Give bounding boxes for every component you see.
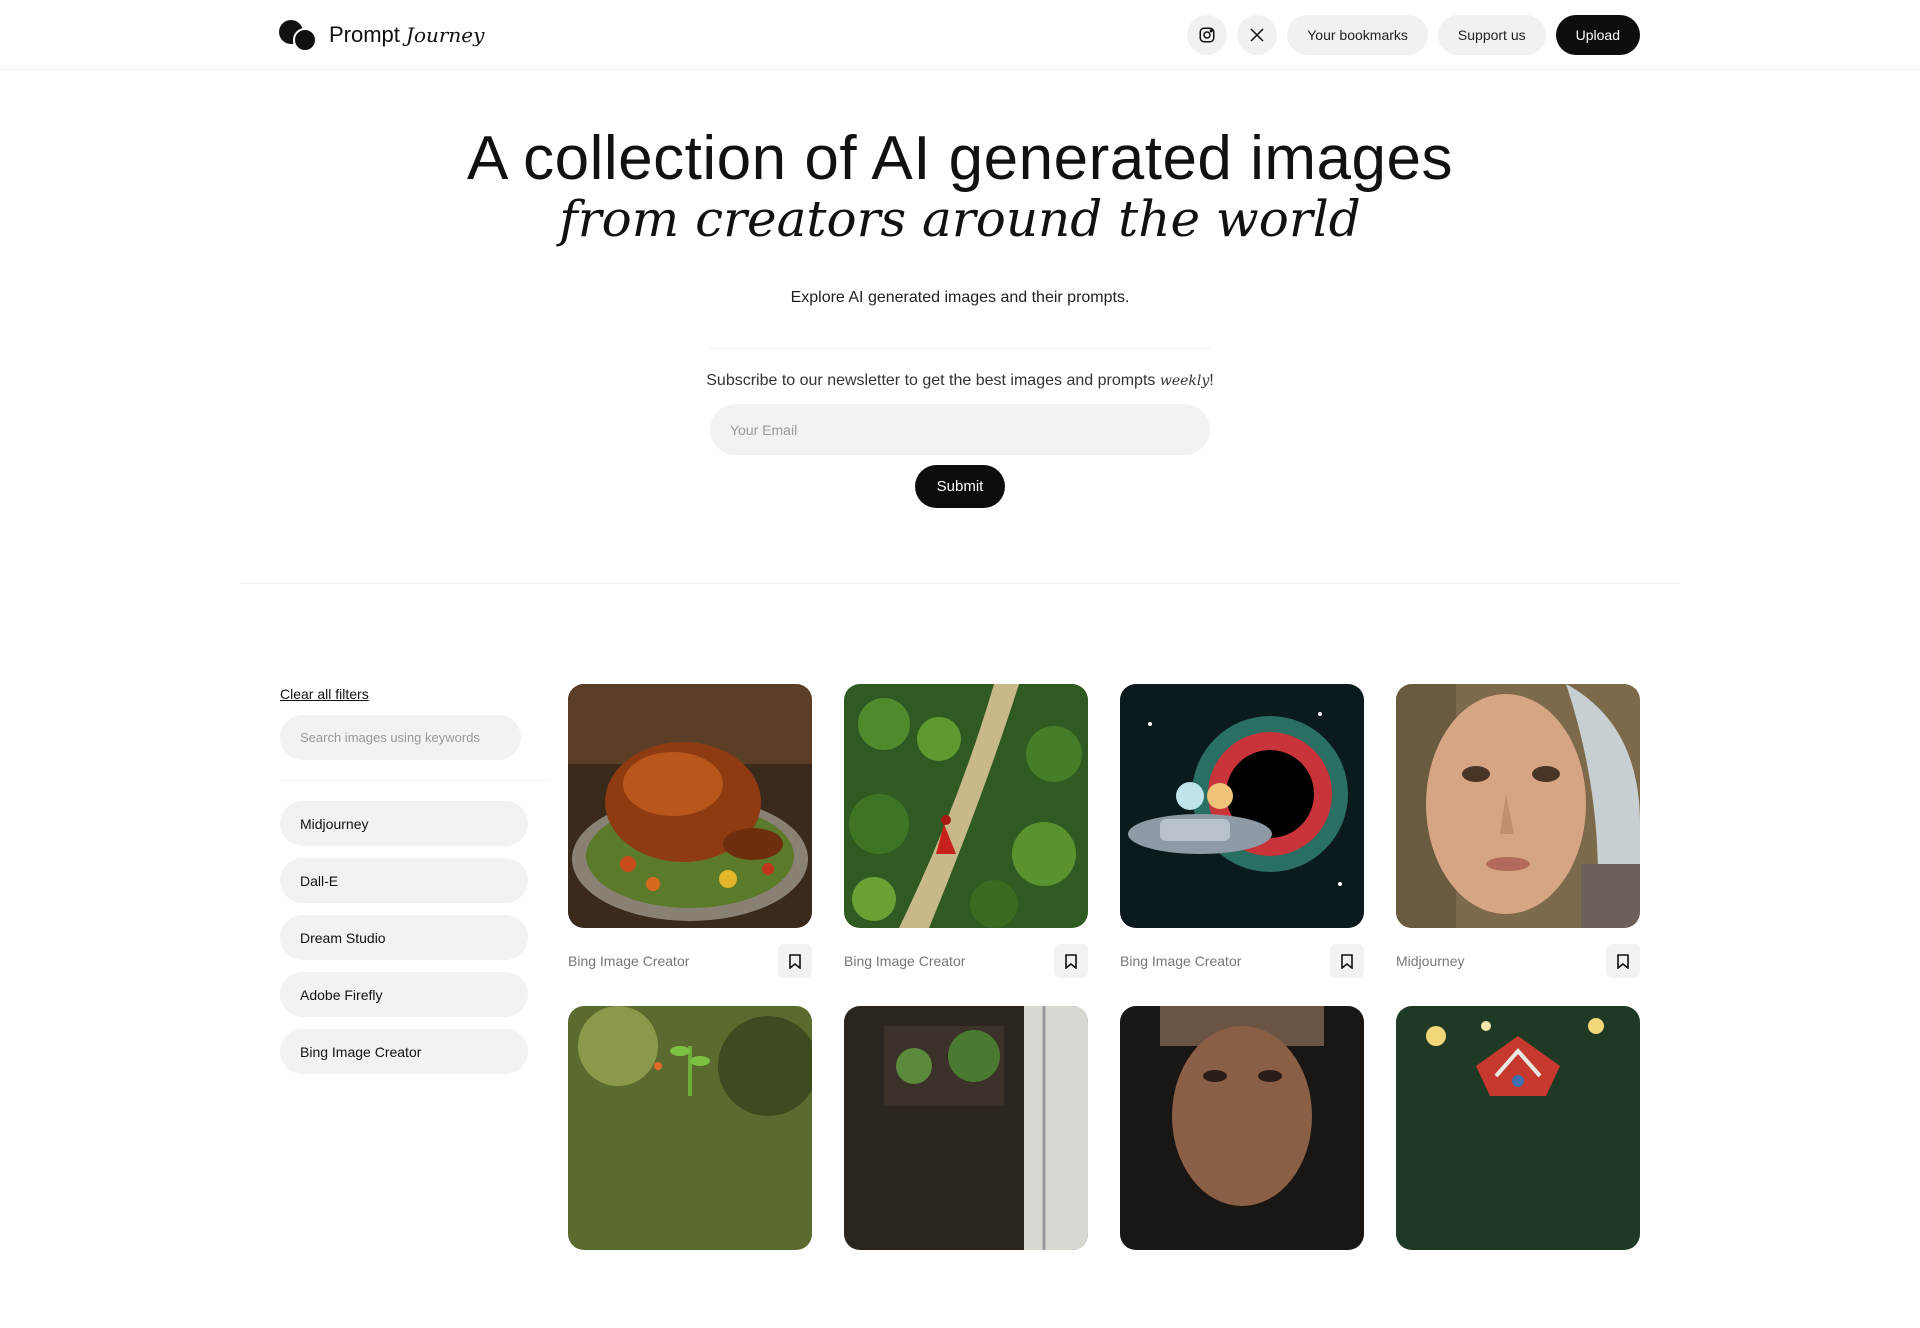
filter-list: Midjourney Dall-E Dream Studio Adobe Fir… xyxy=(280,801,528,1086)
image-card: Bing Image Creator xyxy=(844,684,1088,1006)
bookmark-button[interactable] xyxy=(1330,944,1364,978)
newsletter-emphasis: weekly xyxy=(1159,373,1210,389)
filter-dream-studio[interactable]: Dream Studio xyxy=(280,915,528,960)
bookmark-button[interactable] xyxy=(1054,944,1088,978)
bookmark-icon xyxy=(1617,953,1629,969)
card-meta: Bing Image Creator xyxy=(844,938,1088,984)
bookmarks-button[interactable]: Your bookmarks xyxy=(1287,15,1428,55)
image-source: Midjourney xyxy=(1396,953,1465,969)
image-gallery: Bing Image Creator Bing Image Creator Bi… xyxy=(568,684,1640,1328)
image-card: Midjourney xyxy=(1396,684,1640,1006)
gallery-image-greenhouse[interactable] xyxy=(844,1006,1088,1250)
card-meta: Bing Image Creator xyxy=(568,938,812,984)
email-field[interactable] xyxy=(710,404,1210,455)
search-input[interactable] xyxy=(280,715,521,760)
image-card xyxy=(1396,1006,1640,1328)
bookmark-icon xyxy=(1065,953,1077,969)
card-meta: Midjourney xyxy=(1396,938,1640,984)
brand-name-script: Journey xyxy=(405,23,485,47)
image-source: Bing Image Creator xyxy=(1120,953,1242,969)
gallery-image-festive-ornament[interactable] xyxy=(1396,1006,1640,1250)
bookmark-button[interactable] xyxy=(778,944,812,978)
image-card xyxy=(1120,1006,1364,1328)
card-meta xyxy=(568,1260,812,1306)
bookmark-icon xyxy=(789,953,801,969)
x-logo-icon xyxy=(1250,28,1264,42)
section-divider xyxy=(240,583,1680,584)
bookmark-icon xyxy=(1341,953,1353,969)
filter-dall-e[interactable]: Dall-E xyxy=(280,858,528,903)
card-meta xyxy=(1120,1260,1364,1306)
clear-filters-link[interactable]: Clear all filters xyxy=(280,686,369,702)
explore-text: Explore AI generated images and their pr… xyxy=(790,289,1130,306)
brand-name: Prompt xyxy=(329,22,400,47)
divider xyxy=(710,348,1210,349)
filter-bing-image-creator[interactable]: Bing Image Creator xyxy=(280,1029,528,1074)
logo-text: Prompt Journey xyxy=(329,22,484,48)
gallery-image-plant-sprout[interactable] xyxy=(568,1006,812,1250)
newsletter-suffix: ! xyxy=(1209,372,1214,389)
gallery-image-veiled-woman[interactable] xyxy=(1120,1006,1364,1250)
image-source: Bing Image Creator xyxy=(844,953,966,969)
page-title: A collection of AI generated images xyxy=(466,124,1453,193)
x-twitter-button[interactable] xyxy=(1237,15,1278,55)
card-meta xyxy=(1396,1260,1640,1306)
logo[interactable]: Prompt Journey xyxy=(279,18,484,52)
image-card: Bing Image Creator xyxy=(1120,684,1364,1006)
gallery-image-forest-path[interactable] xyxy=(844,684,1088,928)
card-meta xyxy=(844,1260,1088,1306)
bookmark-button[interactable] xyxy=(1606,944,1640,978)
image-card: Bing Image Creator xyxy=(568,684,812,1006)
top-nav: Your bookmarks Support us Upload xyxy=(1187,15,1640,55)
newsletter-copy: Subscribe to our newsletter to get the b… xyxy=(706,372,1156,389)
gallery-image-android-girl[interactable] xyxy=(1396,684,1640,928)
upload-button[interactable]: Upload xyxy=(1555,15,1640,55)
gallery-image-roast-turkey[interactable] xyxy=(568,684,812,928)
support-button[interactable]: Support us xyxy=(1437,15,1546,55)
image-card xyxy=(844,1006,1088,1328)
instagram-icon xyxy=(1199,27,1215,43)
logo-mark-icon xyxy=(279,18,319,52)
sidebar-divider xyxy=(280,780,548,781)
gallery-image-spaceship-black-hole[interactable] xyxy=(1120,684,1364,928)
page-subtitle: from creators around the world xyxy=(559,190,1361,248)
image-card xyxy=(568,1006,812,1328)
instagram-button[interactable] xyxy=(1187,15,1228,55)
submit-button[interactable]: Submit xyxy=(915,465,1005,508)
image-source: Bing Image Creator xyxy=(568,953,690,969)
filter-midjourney[interactable]: Midjourney xyxy=(280,801,528,846)
filter-adobe-firefly[interactable]: Adobe Firefly xyxy=(280,972,528,1017)
site-header: Prompt Journey Your bookmarks Support us… xyxy=(0,0,1920,70)
newsletter-text: Subscribe to our newsletter to get the b… xyxy=(0,372,1920,390)
card-meta: Bing Image Creator xyxy=(1120,938,1364,984)
